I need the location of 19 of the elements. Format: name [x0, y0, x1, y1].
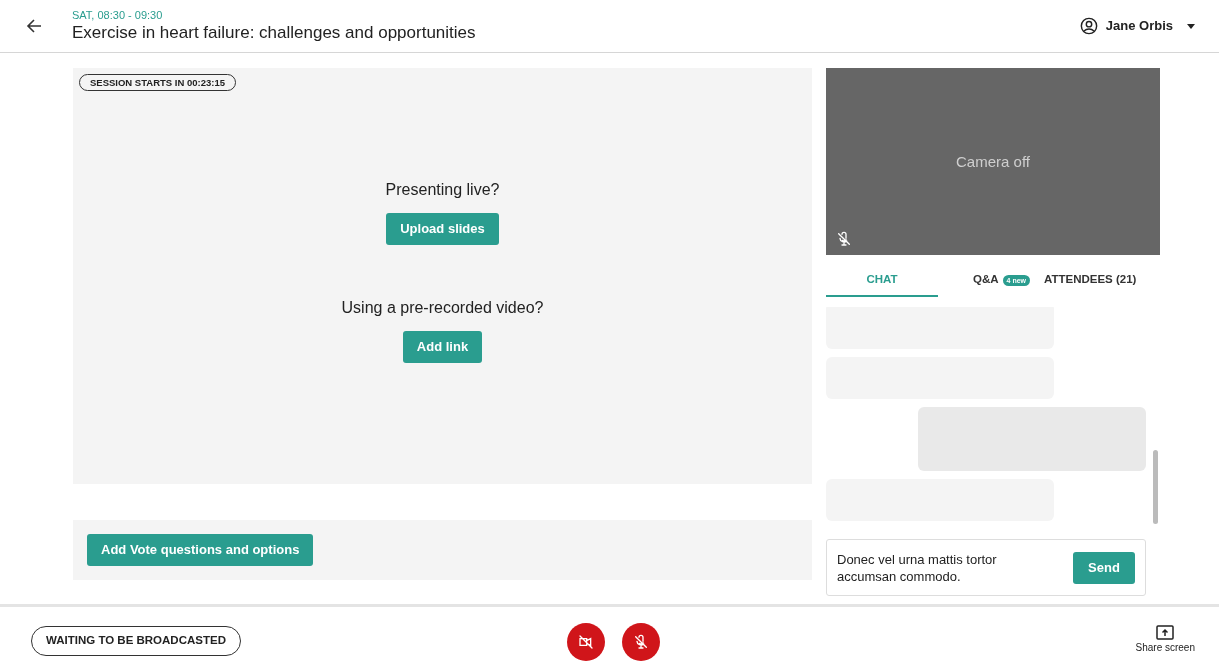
- session-title: Exercise in heart failure: challenges and opportunities: [72, 21, 476, 44]
- back-button[interactable]: [26, 18, 42, 34]
- back-arrow-icon: [26, 18, 42, 34]
- mic-toggle-button[interactable]: [622, 623, 660, 661]
- prompt-text: Presenting live?: [385, 180, 500, 200]
- message-input[interactable]: Donec vel urna mattis tortor accumsan commodo.: [837, 550, 1037, 585]
- caret-icon: [1187, 23, 1195, 29]
- scrollbar[interactable]: [1153, 450, 1158, 524]
- camera-off-icon: [578, 634, 594, 650]
- share-screen-icon: [1156, 624, 1175, 640]
- share-screen-button[interactable]: Share screen: [1135, 624, 1195, 655]
- mic-off-icon: [633, 634, 649, 650]
- camera-status: Camera off: [956, 153, 1030, 171]
- session-time: SAT, 08:30 - 09:30: [72, 8, 164, 22]
- user-icon: [1079, 17, 1098, 35]
- camera-toggle-button[interactable]: [567, 623, 605, 661]
- user-menu[interactable]: Jane Orbis: [1079, 16, 1195, 36]
- prompt-text: Using a pre-recorded video?: [341, 298, 544, 318]
- tab[interactable]: ATTENDEES (21): [1044, 265, 1160, 297]
